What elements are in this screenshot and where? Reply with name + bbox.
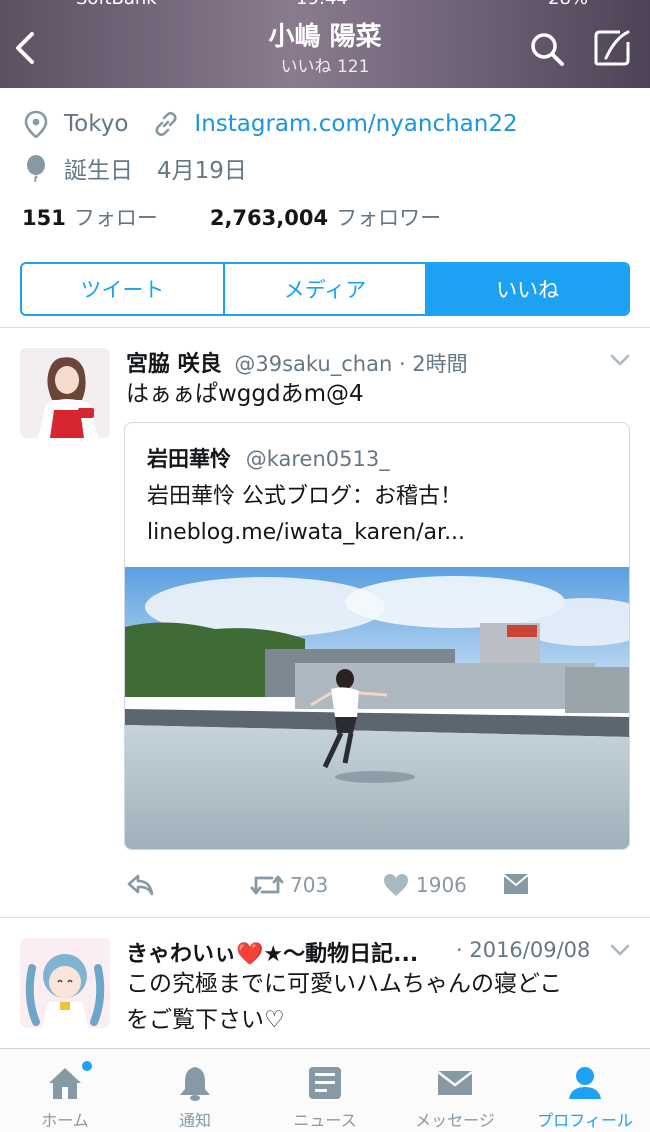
retweet-icon xyxy=(250,875,284,895)
bell-icon xyxy=(180,1067,210,1101)
heart-icon xyxy=(384,874,408,896)
reply-icon xyxy=(127,874,154,896)
quoted-author-name: 岩田華怜 xyxy=(147,447,231,471)
notification-dot xyxy=(82,1061,92,1071)
tabbar-messages[interactable]: メッセージ xyxy=(390,1049,520,1132)
following-count: 151 xyxy=(22,206,66,230)
avatar[interactable] xyxy=(20,348,110,438)
tabbar-profile[interactable]: プロフィール xyxy=(520,1049,650,1132)
quoted-author-handle: @karen0513_ xyxy=(245,447,390,471)
reply-button[interactable] xyxy=(126,872,160,898)
search-icon[interactable] xyxy=(528,30,566,68)
tweet-header: きゃわいぃ❤️★〜動物日記... xyxy=(126,936,424,968)
tweet-actions: 703 1906 xyxy=(126,870,630,900)
balloon-icon xyxy=(27,155,45,182)
tab-tweets[interactable]: ツイート xyxy=(22,264,225,314)
clock: 19:44 xyxy=(296,0,348,9)
location-pin-icon xyxy=(24,110,48,138)
person-icon xyxy=(569,1067,601,1099)
author-handle[interactable]: @39saku_chan xyxy=(234,352,392,376)
compose-icon[interactable] xyxy=(592,28,632,68)
profile-header: SoftBank 19:44 28% 小嶋 陽菜 いいね 121 xyxy=(0,0,650,88)
location-text: Tokyo xyxy=(64,111,129,137)
tweet-text: はぁぁぱwggdあm@4 xyxy=(126,381,364,407)
birthday-row: 誕生日 4月19日 xyxy=(22,152,247,184)
tabbar-home[interactable]: ホーム xyxy=(0,1049,130,1132)
tweet-time: · 2時間 xyxy=(398,352,468,376)
profile-tabs: ツイート メディア いいね xyxy=(20,262,630,316)
like-button[interactable]: 1906 xyxy=(382,872,467,898)
followers-label: フォロワー xyxy=(336,206,442,230)
status-bar: SoftBank 19:44 28% xyxy=(0,0,650,9)
link-icon xyxy=(155,111,177,137)
quoted-tweet-card[interactable]: 岩田華怜 @karen0513_ 岩田華怜 公式ブログ：お稽古！ lineblo… xyxy=(124,422,630,850)
battery: 28% xyxy=(548,0,588,9)
direct-message-button[interactable] xyxy=(502,872,536,896)
tabbar-label: ニュース xyxy=(293,1111,357,1130)
tab-likes[interactable]: いいね xyxy=(427,264,628,314)
divider xyxy=(0,917,650,918)
author-name[interactable]: きゃわいぃ❤️★〜動物日記... xyxy=(126,942,418,967)
bottom-tab-bar: ホーム 通知 ニュース メッセージ プロフィール xyxy=(0,1048,650,1132)
avatar[interactable] xyxy=(20,938,110,1028)
home-icon xyxy=(49,1068,81,1099)
author-name[interactable]: 宮脇 咲良 xyxy=(126,352,222,377)
retweet-button[interactable]: 703 xyxy=(250,872,328,898)
tabbar-label: 通知 xyxy=(178,1111,211,1130)
quoted-photo[interactable] xyxy=(125,567,630,850)
news-icon xyxy=(309,1067,341,1099)
envelope-icon xyxy=(437,1071,473,1095)
quoted-text: 岩田華怜 公式ブログ：お稽古！ lineblog.me/iwata_karen/… xyxy=(147,479,465,551)
quoted-header: 岩田華怜 @karen0513_ xyxy=(147,443,390,473)
tweet-text: この究極までに可愛いハムちゃんの寝どこ をご覧下さい♡ xyxy=(126,966,562,1038)
tabbar-news[interactable]: ニュース xyxy=(260,1049,390,1132)
tab-media[interactable]: メディア xyxy=(225,264,428,314)
follow-counts: 151 フォロー 2,763,004 フォロワー xyxy=(22,202,441,232)
tweet-header: 宮脇 咲良 @39saku_chan · 2時間 xyxy=(126,346,468,378)
tweet-text-line: をご覧下さい♡ xyxy=(126,1007,285,1033)
tabbar-label: メッセージ xyxy=(415,1111,495,1130)
followers-count: 2,763,004 xyxy=(209,206,329,230)
location-row: Tokyo Instagram.com/nyanchan22 xyxy=(22,108,518,140)
birthday-label: 誕生日 xyxy=(64,158,133,184)
following-label: フォロー xyxy=(73,206,158,230)
envelope-icon xyxy=(503,874,529,894)
following-stat[interactable]: 151 フォロー xyxy=(22,202,158,232)
birthday-value: 4月19日 xyxy=(157,158,247,184)
chevron-down-icon[interactable] xyxy=(610,943,630,957)
like-count: 1906 xyxy=(416,873,467,897)
tabbar-notifications[interactable]: 通知 xyxy=(130,1049,260,1132)
tabbar-label: ホーム xyxy=(41,1111,89,1130)
followers-stat[interactable]: 2,763,004 フォロワー xyxy=(210,202,441,232)
quoted-link-line: lineblog.me/iwata_karen/ar... xyxy=(147,520,466,545)
tweet-time: · 2016/09/08 xyxy=(456,938,591,962)
chevron-down-icon[interactable] xyxy=(610,353,630,367)
tabbar-label: プロフィール xyxy=(537,1111,633,1130)
profile-link[interactable]: Instagram.com/nyanchan22 xyxy=(194,111,517,137)
tweet-text-line: この究極までに可愛いハムちゃんの寝どこ xyxy=(126,971,563,997)
quoted-text-line: 岩田華怜 公式ブログ：お稽古！ xyxy=(147,484,462,509)
divider xyxy=(0,327,650,328)
retweet-count: 703 xyxy=(290,873,329,897)
carrier: SoftBank xyxy=(76,0,157,9)
